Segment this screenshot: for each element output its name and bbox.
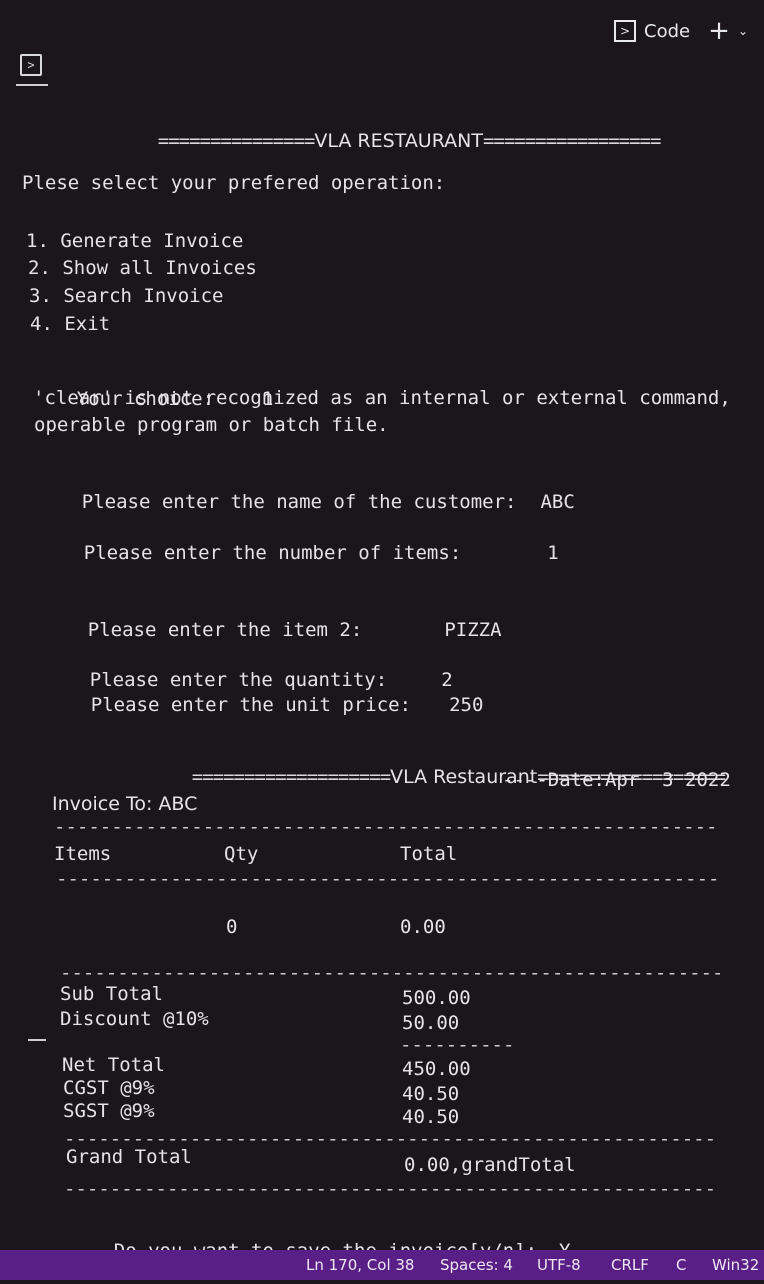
items-prompt: Please enter the number of items: <box>83 542 462 564</box>
chevron-down-icon[interactable]: ⌄ <box>738 24 748 38</box>
divider: ----------------------------------------… <box>64 1178 714 1200</box>
menu-item: 3. Search Invoice <box>29 285 224 307</box>
divider <box>28 1039 46 1041</box>
language-mode[interactable]: C <box>676 1256 686 1274</box>
platform[interactable]: Win32 <box>712 1256 759 1274</box>
sub-total-value: 500.00 <box>402 987 471 1009</box>
col-qty: Qty <box>224 843 259 865</box>
unit-price-line: Please enter the unit price: 250 <box>45 672 484 738</box>
operation-prompt: Plese select your prefered operation: <box>22 172 446 194</box>
customer-prompt: Please enter the name of the customer: <box>81 491 517 513</box>
discount-value: 50.00 <box>402 1012 460 1034</box>
net-total-value: 450.00 <box>402 1058 471 1080</box>
terminal-icon[interactable]: > <box>20 54 42 76</box>
cgst-value: 40.50 <box>402 1083 460 1105</box>
terminal-header: > > Code + ⌄ <box>0 0 764 92</box>
terminal-tab-label: Code <box>644 20 691 42</box>
line-ending[interactable]: CRLF <box>611 1256 649 1274</box>
price-value: 250 <box>449 694 484 716</box>
invoice-date: ----Date:Apr 3 2022 <box>502 769 731 791</box>
cursor-position[interactable]: Ln 170, Col 38 <box>306 1256 414 1274</box>
menu-item: 2. Show all Invoices <box>28 257 257 279</box>
discount-label: Discount @10% <box>60 1008 209 1030</box>
terminal-icon: > <box>614 20 637 42</box>
sub-total-label: Sub Total <box>60 983 163 1005</box>
encoding[interactable]: UTF-8 <box>537 1256 581 1274</box>
col-items: Items <box>54 843 112 865</box>
grand-total-label: Grand Total <box>66 1146 192 1168</box>
menu-item: 4. Exit <box>30 313 111 335</box>
plus-icon[interactable]: + <box>708 18 730 44</box>
item-value: PIZZA <box>444 619 502 641</box>
grand-total-value: 0.00,grandTotal <box>404 1154 576 1176</box>
divider: ---------- <box>400 1034 512 1056</box>
divider: ----------------------------------------… <box>54 816 718 838</box>
error-line: operable program or batch file. <box>34 414 389 436</box>
status-bar: Ln 170, Col 38 Spaces: 4 UTF-8 CRLF C Wi… <box>0 1250 764 1280</box>
price-prompt: Please enter the unit price: <box>90 694 412 716</box>
row-total: 0.00 <box>400 916 446 938</box>
divider: ----------------------------------------… <box>60 962 720 984</box>
terminal-tab[interactable]: > Code + ⌄ <box>614 18 748 44</box>
items-line: Please enter the number of items: 1 <box>38 520 559 586</box>
row-qty: 0 <box>226 916 238 938</box>
cgst-label: CGST @9% <box>63 1077 155 1099</box>
customer-value: ABC <box>540 491 575 513</box>
col-total: Total <box>400 843 458 865</box>
banner: ===============VLA RESTAURANT===========… <box>157 130 662 152</box>
divider: ----------------------------------------… <box>56 868 720 890</box>
error-line: 'clear' is not recognized as an internal… <box>33 387 731 409</box>
net-total-label: Net Total <box>62 1054 165 1076</box>
item-prompt: Please enter the item 2: <box>87 619 363 641</box>
sgst-label: SGST @9% <box>63 1100 155 1122</box>
invoice-to: Invoice To: ABC <box>52 793 198 815</box>
menu-item: 1. Generate Invoice <box>26 230 244 252</box>
sgst-value: 40.50 <box>402 1106 460 1128</box>
indentation[interactable]: Spaces: 4 <box>440 1256 513 1274</box>
active-tab-indicator <box>16 84 48 86</box>
items-value: 1 <box>547 542 559 564</box>
